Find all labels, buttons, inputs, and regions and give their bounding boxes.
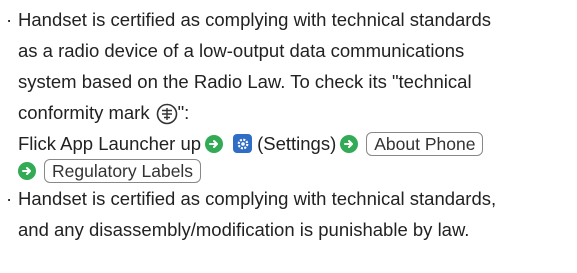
text-fragment: conformity mark <box>18 102 150 123</box>
navigation-path: Flick App Launcher up (Settings) About P… <box>18 128 577 159</box>
document-body: · Handset is certified as complying with… <box>0 4 577 273</box>
text-fragment: ": <box>177 102 190 123</box>
bullet: · <box>6 9 13 30</box>
arrow-right-icon <box>18 162 36 180</box>
list-item: · Handset is certified as complying with… <box>0 4 577 183</box>
text-line: Handset is certified as complying with t… <box>18 9 492 30</box>
text-line: Handset is certified as complying with t… <box>18 188 497 209</box>
bullet: · <box>6 188 13 209</box>
nav-prefix: Flick App Launcher up <box>18 133 202 154</box>
settings-label: (Settings) <box>257 133 337 154</box>
text-line: and any disassembly/modification is puni… <box>18 219 470 240</box>
about-phone-button[interactable]: About Phone <box>366 131 484 156</box>
technical-conformity-mark-icon <box>156 103 178 125</box>
settings-gear-icon <box>233 134 253 153</box>
list-item: · Handset is certified as complying with… <box>0 183 577 245</box>
regulatory-labels-button[interactable]: Regulatory Labels <box>44 159 202 183</box>
arrow-right-icon <box>205 134 224 153</box>
text-line: as a radio device of a low-output data c… <box>18 40 465 61</box>
navigation-path-continued: Regulatory Labels <box>18 159 577 183</box>
text-line: system based on the Radio Law. To check … <box>18 71 472 92</box>
text-line-with-mark: conformity mark ": <box>18 97 577 128</box>
arrow-right-icon <box>340 134 359 153</box>
